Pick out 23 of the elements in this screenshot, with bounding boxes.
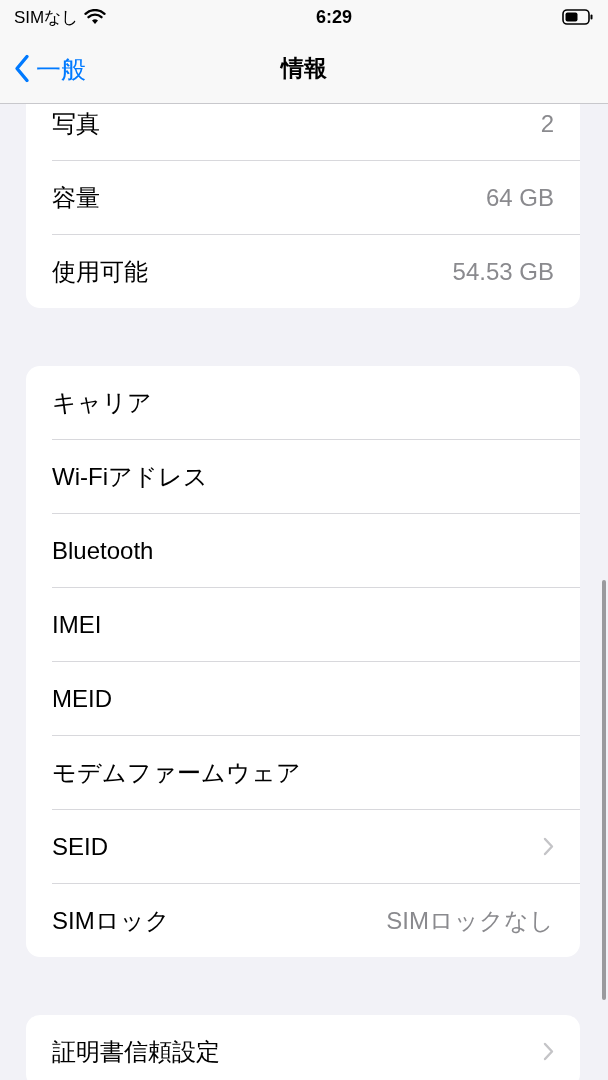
row-value: 54.53 GB: [452, 257, 554, 286]
row-label: MEID: [52, 684, 113, 713]
page-title: 情報: [281, 54, 327, 83]
battery-icon: [562, 9, 594, 25]
status-time: 6:29: [316, 6, 353, 28]
wifi-icon: [84, 9, 107, 25]
row-label: キャリア: [52, 387, 153, 418]
row-value: SIMロックなし: [386, 905, 554, 936]
row-label: モデムファームウェア: [52, 757, 302, 788]
row-value: 64 GB: [485, 183, 554, 212]
row-label: 写真: [52, 108, 101, 139]
row-label: Wi-Fiアドレス: [52, 461, 209, 492]
row-label: 容量: [52, 182, 101, 213]
row-label: Bluetooth: [52, 536, 155, 565]
chevron-left-icon: [14, 54, 30, 83]
back-button[interactable]: 一般: [14, 52, 86, 85]
row-value: 2: [540, 109, 554, 138]
row-label: SIMロック: [52, 905, 171, 936]
carrier-label: SIMなし: [14, 6, 79, 29]
row-label[interactable]: SEID: [52, 832, 543, 861]
row-label: 使用可能: [52, 256, 149, 287]
row-label: IMEI: [52, 610, 103, 639]
row-label[interactable]: 証明書信頼設定: [52, 1035, 543, 1068]
